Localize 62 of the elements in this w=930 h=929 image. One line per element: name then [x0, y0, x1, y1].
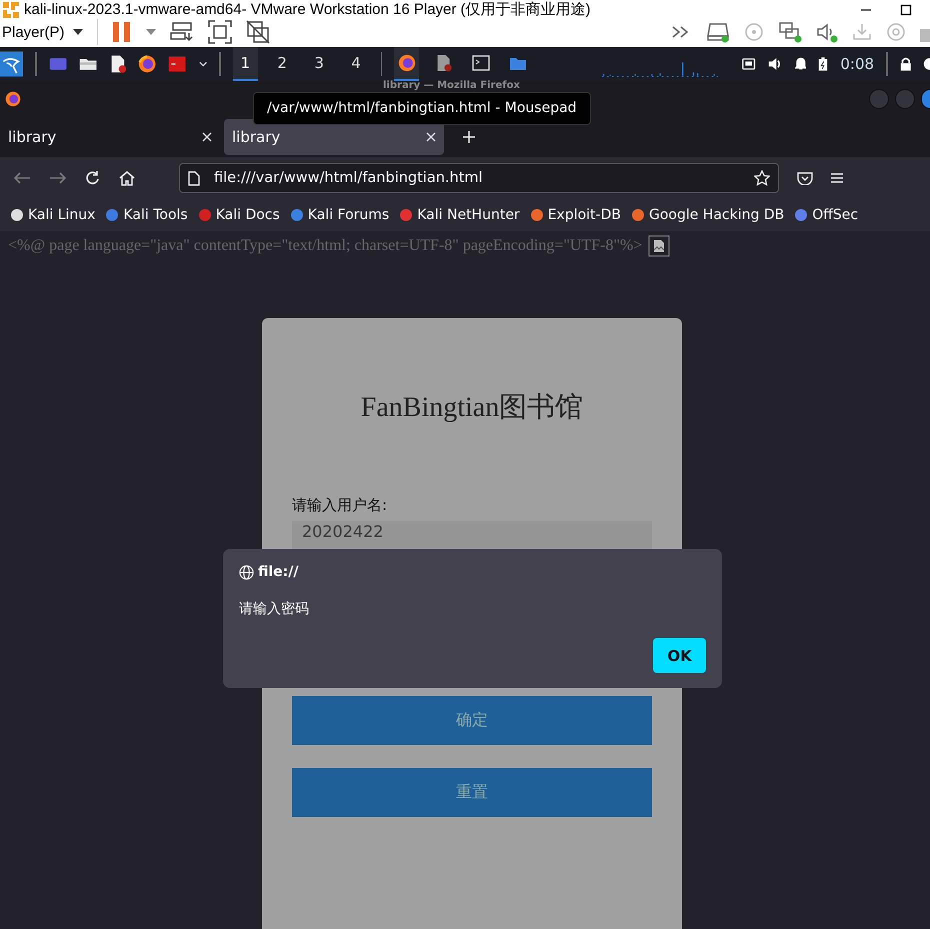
bookmark-link[interactable]: Google Hacking DB	[630, 207, 784, 223]
close-icon[interactable]	[202, 132, 212, 142]
text-editor-icon[interactable]	[110, 53, 126, 75]
forward-icon[interactable]	[49, 171, 67, 185]
window-button[interactable]	[921, 89, 930, 109]
volume-icon[interactable]	[768, 56, 783, 72]
workspace-button[interactable]: 4	[344, 47, 369, 81]
terminal-icon[interactable]	[472, 55, 490, 71]
vmware-logo-icon	[2, 0, 20, 18]
maximize-icon[interactable]	[900, 4, 912, 16]
close-icon[interactable]	[426, 132, 436, 142]
player-menu[interactable]: Player(P)	[2, 24, 83, 40]
pause-icon[interactable]	[112, 21, 132, 43]
firefox-icon[interactable]	[138, 53, 156, 75]
address-bar[interactable]: file:///var/www/html/fanbingtian.html	[179, 163, 779, 193]
send-keys-icon[interactable]	[170, 21, 194, 43]
bookmark-link[interactable]: Exploit-DB	[530, 207, 621, 223]
reload-icon[interactable]	[85, 170, 101, 186]
page-icon	[188, 170, 200, 186]
bookmark-link[interactable]: Kali Tools	[105, 207, 188, 223]
home-icon[interactable]	[119, 170, 135, 186]
firefox-icon	[5, 91, 21, 107]
page-heading: FanBingtian图书馆	[360, 391, 584, 425]
bookmark-link[interactable]: Kali Forums	[290, 207, 390, 223]
dialog-message: 请输入密码	[239, 600, 310, 618]
speaker-icon[interactable]	[816, 21, 838, 43]
caret-icon[interactable]	[198, 61, 208, 67]
clock: 0:08	[840, 55, 874, 73]
dragon-icon[interactable]	[0, 49, 24, 79]
new-tab-icon[interactable]	[462, 130, 476, 144]
taskbar-item[interactable]	[394, 47, 420, 81]
firefox-icon[interactable]	[398, 54, 416, 72]
hard-disk-icon[interactable]	[706, 21, 730, 43]
broken-image-icon	[648, 235, 670, 257]
caret-icon[interactable]	[72, 29, 83, 35]
page-text: <%@ page language="java" contentType="text/html; charset=UTF-8" pageEncoding="UTF-8"%>	[8, 237, 642, 255]
workspace-button[interactable]: 2	[270, 47, 295, 81]
fullscreen-icon[interactable]	[208, 20, 232, 44]
bookmark-link[interactable]: Kali NetHunter	[399, 207, 520, 223]
workspace-button[interactable]: 3	[306, 47, 332, 81]
ethernet-icon[interactable]	[742, 57, 756, 71]
tooltip: /var/www/html/fanbingtian.html - Mousepad	[253, 92, 591, 125]
menu-icon[interactable]	[831, 172, 843, 184]
star-icon[interactable]	[754, 170, 770, 186]
window-title: kali-linux-2023.1-vmware-amd64- VMware Workstation 16 Player (仅用于非商业用途)	[24, 0, 591, 19]
window-title: library — Mozilla Firefox	[383, 80, 520, 91]
battery-icon[interactable]	[818, 56, 828, 72]
browser-tab[interactable]: library	[0, 119, 220, 155]
network-icon[interactable]	[778, 21, 802, 43]
workspace-button[interactable]: 1	[232, 47, 258, 81]
globe-icon	[239, 564, 254, 580]
bookmark-link[interactable]: Kali Linux	[10, 207, 96, 223]
bell-icon[interactable]	[794, 56, 806, 72]
bookmark-link[interactable]: Kali Docs	[198, 207, 280, 223]
bookmark-link[interactable]: OffSec	[794, 207, 858, 223]
text-editor-icon[interactable]	[436, 54, 452, 72]
unity-off-icon[interactable]	[246, 20, 270, 44]
pocket-icon[interactable]	[797, 171, 813, 185]
field-label: 请输入用户名:	[292, 496, 388, 515]
desktop-icon[interactable]	[48, 55, 68, 73]
back-icon[interactable]	[13, 171, 31, 185]
ok-button[interactable]: OK	[653, 638, 706, 673]
